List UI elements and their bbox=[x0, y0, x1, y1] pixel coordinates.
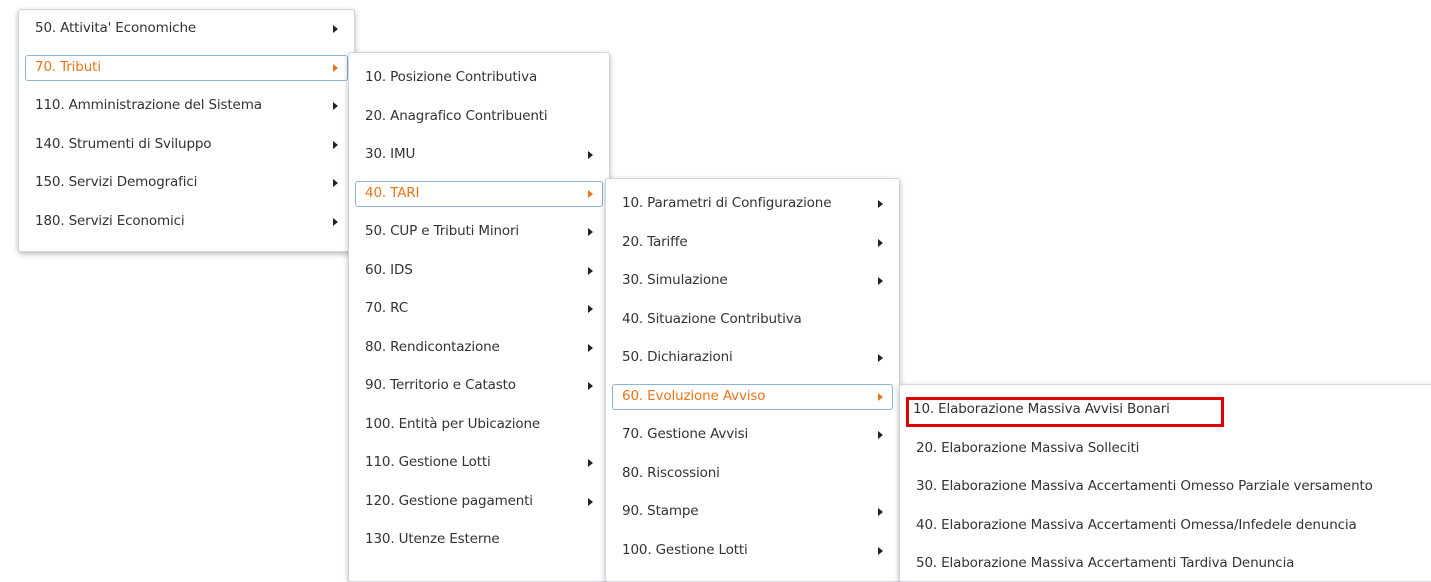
menu-item-label: 110. Gestione Lotti bbox=[365, 454, 491, 470]
menu-item-50-attivita-economiche[interactable]: 50. Attivita' Economiche bbox=[25, 16, 348, 42]
submenu-arrow-icon bbox=[878, 392, 883, 401]
menu-item-180-servizi-economici[interactable]: 180. Servizi Economici bbox=[25, 209, 348, 235]
menu-item-110-gestione-lotti[interactable]: 110. Gestione Lotti bbox=[355, 450, 603, 476]
submenu-arrow-icon bbox=[878, 238, 883, 247]
menu-tributi: 10. Posizione Contributiva 20. Anagrafico… bbox=[348, 52, 610, 582]
submenu-arrow-icon bbox=[588, 189, 593, 198]
menu-item-label: 50. Dichiarazioni bbox=[622, 349, 733, 365]
menu-item-label: 140. Strumenti di Sviluppo bbox=[35, 135, 212, 152]
menu-item-label: 20. Elaborazione Massiva Solleciti bbox=[916, 439, 1140, 456]
submenu-arrow-icon bbox=[588, 305, 593, 313]
menu-item-label: 90. Territorio e Catasto bbox=[365, 377, 516, 393]
submenu-arrow-icon bbox=[588, 228, 593, 236]
menu-item-label: 90. Stampe bbox=[622, 503, 699, 519]
submenu-arrow-icon bbox=[333, 102, 338, 111]
menu-item-label: 50. Elaborazione Massiva Accertamenti Ta… bbox=[916, 555, 1295, 571]
menu-item-label: 100. Entità per Ubicazione bbox=[365, 415, 541, 432]
menu-item-label: 30. Simulazione bbox=[622, 272, 728, 288]
menu-item-label: 60. Evoluzione Avviso bbox=[622, 387, 766, 404]
menu-item-40-situazione-contributiva[interactable]: 40. Situazione Contributiva bbox=[612, 307, 893, 333]
menu-item-10-posizione-contributiva[interactable]: 10. Posizione Contributiva bbox=[355, 65, 603, 91]
submenu-arrow-icon bbox=[333, 218, 338, 226]
submenu-arrow-icon bbox=[878, 200, 883, 208]
menu-item-label: 130. Utenze Esterne bbox=[365, 531, 500, 547]
submenu-arrow-icon bbox=[878, 354, 883, 362]
menu-item-label: 30. Elaborazione Massiva Accertamenti Om… bbox=[916, 478, 1373, 494]
menu-item-30-imu[interactable]: 30. IMU bbox=[355, 142, 603, 168]
menu-item-10-parametri-di-configurazione[interactable]: 10. Parametri di Configurazione bbox=[612, 191, 893, 217]
menu-item-label: 10. Elaborazione Massiva Avvisi Bonari bbox=[913, 401, 1170, 417]
menu-item-label: 40. Situazione Contributiva bbox=[622, 310, 802, 327]
menu-item-label: 20. Tariffe bbox=[622, 233, 688, 250]
menu-item-label: 10. Parametri di Configurazione bbox=[622, 195, 832, 211]
menu-item-label: 30. IMU bbox=[365, 146, 416, 162]
menu-item-120-gestione-pagamenti[interactable]: 120. Gestione pagamenti bbox=[355, 489, 603, 515]
submenu-arrow-icon bbox=[333, 63, 338, 72]
menu-item-60-evoluzione-avviso[interactable]: 60. Evoluzione Avviso bbox=[612, 383, 893, 410]
menu-tari: 10. Parametri di Configurazione 20. Tarif… bbox=[605, 178, 900, 582]
menu-item-90-stampe[interactable]: 90. Stampe bbox=[612, 499, 893, 525]
submenu-arrow-icon bbox=[588, 151, 593, 159]
menu-item-20-anagrafico-contribuenti[interactable]: 20. Anagrafico Contribuenti bbox=[355, 104, 603, 130]
menu-item-70-tributi[interactable]: 70. Tributi bbox=[25, 54, 348, 81]
menu-item-label: 50. Attivita' Economiche bbox=[35, 20, 197, 36]
menu-item-100-entit-per-ubicazione[interactable]: 100. Entità per Ubicazione bbox=[355, 412, 603, 438]
submenu-arrow-icon bbox=[588, 459, 593, 467]
menu-item-label: 180. Servizi Economici bbox=[35, 213, 185, 229]
menu-item-50-elaborazione-massiva-accertamenti-tardiva-denuncia[interactable]: 50. Elaborazione Massiva Accertamenti Ta… bbox=[906, 551, 1431, 577]
submenu-arrow-icon bbox=[878, 508, 883, 516]
menu-item-50-dichiarazioni[interactable]: 50. Dichiarazioni bbox=[612, 345, 893, 371]
menu-item-60-ids[interactable]: 60. IDS bbox=[355, 258, 603, 284]
menu-item-label: 110. Amministrazione del Sistema bbox=[35, 97, 262, 114]
menu-item-label: 20. Anagrafico Contribuenti bbox=[365, 107, 548, 124]
menu-item-50-cup-e-tributi-minori[interactable]: 50. CUP e Tributi Minori bbox=[355, 219, 603, 245]
menu-item-label: 70. Gestione Avvisi bbox=[622, 426, 749, 442]
menu-item-150-servizi-demografici[interactable]: 150. Servizi Demografici bbox=[25, 170, 348, 196]
menu-item-label: 40. TARI bbox=[365, 184, 420, 201]
menu-item-label: 120. Gestione pagamenti bbox=[365, 492, 533, 509]
menu-item-label: 70. Tributi bbox=[35, 58, 101, 75]
menu-item-label: 70. RC bbox=[365, 300, 408, 316]
menu-item-20-elaborazione-massiva-solleciti[interactable]: 20. Elaborazione Massiva Solleciti bbox=[906, 436, 1431, 462]
menu-item-label: 80. Rendicontazione bbox=[365, 338, 500, 355]
menu-item-20-tariffe[interactable]: 20. Tariffe bbox=[612, 230, 893, 256]
submenu-arrow-icon bbox=[588, 382, 593, 390]
menu-item-40-elaborazione-massiva-accertamenti-omessa-infedele-denuncia[interactable]: 40. Elaborazione Massiva Accertamenti Om… bbox=[906, 513, 1431, 539]
menu-item-30-simulazione[interactable]: 30. Simulazione bbox=[612, 268, 893, 294]
menu-item-130-utenze-esterne[interactable]: 130. Utenze Esterne bbox=[355, 527, 603, 553]
menu-item-90-territorio-e-catasto[interactable]: 90. Territorio e Catasto bbox=[355, 373, 603, 399]
menu-item-70-rc[interactable]: 70. RC bbox=[355, 296, 603, 322]
menu-evoluzione-avviso: 10. Elaborazione Massiva Avvisi Bonari 20… bbox=[899, 384, 1431, 582]
submenu-arrow-icon bbox=[333, 179, 338, 188]
menu-item-label: 80. Riscossioni bbox=[622, 464, 720, 481]
menu-item-30-elaborazione-massiva-accertamenti-omesso-parziale-versamento[interactable]: 30. Elaborazione Massiva Accertamenti Om… bbox=[906, 474, 1431, 500]
submenu-arrow-icon bbox=[333, 140, 338, 149]
menu-item-70-gestione-avvisi[interactable]: 70. Gestione Avvisi bbox=[612, 422, 893, 448]
menu-item-label: 50. CUP e Tributi Minori bbox=[365, 223, 520, 239]
menu-item-label: 150. Servizi Demografici bbox=[35, 174, 198, 191]
menu-item-40-tari[interactable]: 40. TARI bbox=[355, 180, 603, 207]
menu-item-label: 60. IDS bbox=[365, 261, 413, 278]
submenu-arrow-icon bbox=[588, 497, 593, 506]
menu-item-80-rendicontazione[interactable]: 80. Rendicontazione bbox=[355, 335, 603, 361]
menu-item-10-elaborazione-massiva-avvisi-bonari[interactable]: 10. Elaborazione Massiva Avvisi Bonari bbox=[906, 397, 1224, 427]
menu-main: 50. Attivita' Economiche 70. Tributi 110. … bbox=[18, 9, 355, 252]
menu-item-label: 10. Posizione Contributiva bbox=[365, 69, 538, 85]
menu-item-80-riscossioni[interactable]: 80. Riscossioni bbox=[612, 461, 893, 487]
menu-item-label: 100. Gestione Lotti bbox=[622, 541, 748, 558]
submenu-arrow-icon bbox=[878, 546, 883, 555]
menu-item-100-gestione-lotti[interactable]: 100. Gestione Lotti bbox=[612, 538, 893, 564]
submenu-arrow-icon bbox=[333, 25, 338, 33]
menu-item-110-amministrazione-del-sistema[interactable]: 110. Amministrazione del Sistema bbox=[25, 93, 348, 119]
submenu-arrow-icon bbox=[588, 266, 593, 275]
menu-item-label: 40. Elaborazione Massiva Accertamenti Om… bbox=[916, 516, 1357, 533]
submenu-arrow-icon bbox=[878, 431, 883, 439]
submenu-arrow-icon bbox=[878, 277, 883, 285]
menu-item-140-strumenti-di-sviluppo[interactable]: 140. Strumenti di Sviluppo bbox=[25, 132, 348, 158]
submenu-arrow-icon bbox=[588, 343, 593, 352]
